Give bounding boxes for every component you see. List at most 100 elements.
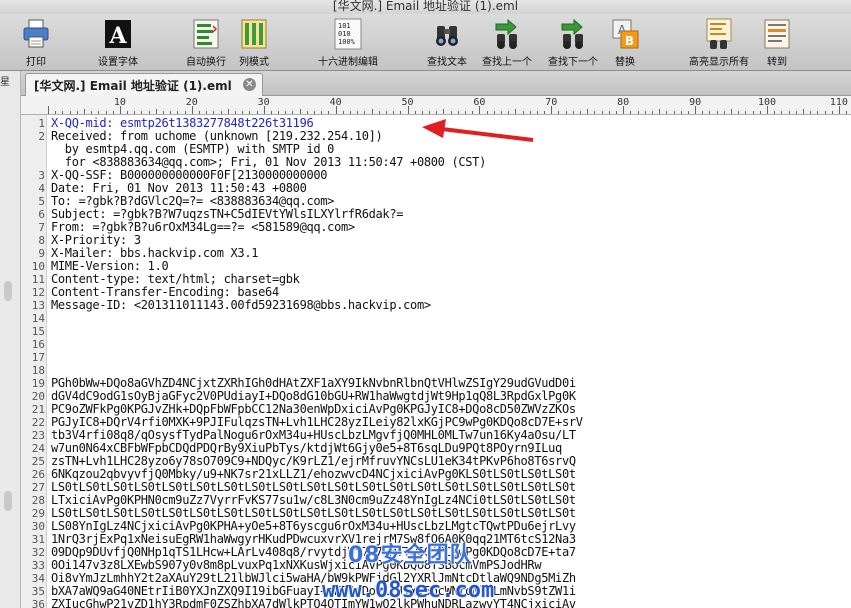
ruler-tick — [738, 111, 740, 114]
line-number: 29 — [31, 507, 45, 520]
ruler-tick — [83, 109, 85, 114]
ruler-tick — [709, 111, 711, 114]
ruler-tick — [616, 111, 617, 114]
line-number: 23 — [31, 429, 45, 442]
ruler-tick — [270, 111, 272, 114]
ruler-tick — [465, 111, 467, 114]
find-button[interactable]: 查找文本 — [427, 16, 467, 68]
editor-line[interactable]: 7 From: =?gbk?B?u6rOxM34Lg==?= <581589@qq… — [21, 221, 851, 235]
hex-edit-icon: 101 010 100% — [334, 18, 362, 50]
line-number: 20 — [31, 390, 45, 403]
ruler-label: 10 — [113, 97, 126, 108]
columns-label: 列模式 — [239, 57, 269, 68]
ruler-tick — [745, 111, 747, 114]
line-number: 35 — [31, 585, 45, 598]
line-number: 30 — [31, 520, 45, 533]
text-editor[interactable]: 1 X-QQ-mid: esmtp26t1383277848t226t31196 2… — [21, 115, 851, 608]
replace-label: 替换 — [615, 57, 635, 68]
ruler-tick — [759, 111, 761, 114]
ruler-tick — [148, 111, 150, 114]
ruler-tick — [163, 111, 165, 114]
ruler-tick — [810, 111, 812, 114]
line-number: 8 — [38, 234, 45, 247]
line-number: 6 — [38, 208, 45, 221]
ruler-tick — [486, 111, 488, 114]
ruler-tick — [587, 109, 589, 114]
ruler-tick — [357, 111, 359, 114]
ruler-tick — [342, 111, 344, 114]
left-panel-strip: 星 — [0, 71, 21, 608]
annotation-arrow — [422, 119, 534, 142]
ruler-tick — [594, 111, 596, 114]
ruler-tick — [198, 111, 200, 114]
ruler-tick — [788, 111, 790, 114]
font-button[interactable]: A 设置字体 — [98, 16, 138, 68]
line-number: 34 — [31, 572, 45, 585]
highlight-all-button[interactable]: 高亮显示所有 — [689, 16, 749, 68]
find-next-button[interactable]: 查找下一个 — [548, 16, 598, 68]
ruler-tick — [155, 109, 157, 114]
editor-line[interactable]: 13 Message-ID: <201311011143.00fd59231698… — [21, 298, 851, 313]
find-prev-button[interactable]: 查找上一个 — [482, 16, 532, 68]
editor-line[interactable]: 16 — [21, 338, 851, 351]
ruler-tick — [637, 111, 639, 114]
goto-button[interactable]: 转到 — [760, 16, 794, 68]
ruler-tick — [206, 111, 208, 114]
ruler-label: 30 — [257, 97, 270, 108]
print-button[interactable]: 打印 — [18, 16, 54, 68]
tab-label: [华文网.] Email 地址验证 (1).eml — [34, 79, 232, 93]
left-strip-handle[interactable] — [4, 281, 12, 301]
editor-line[interactable]: 14 — [21, 312, 851, 325]
ruler-tick — [731, 109, 733, 114]
editor-line[interactable]: 15 — [21, 325, 851, 338]
highlight-icon — [706, 18, 732, 49]
ruler-tick — [500, 111, 502, 114]
svg-text:B: B — [625, 34, 634, 48]
ruler-tick — [421, 111, 423, 114]
ruler-tick — [824, 111, 826, 114]
ruler-tick — [227, 109, 229, 114]
ruler-tick — [134, 111, 136, 114]
columns-button[interactable]: 列模式 — [236, 16, 272, 68]
line-text: Message-ID: <201311011143.00fd59231698@b… — [51, 298, 431, 312]
hex-edit-button[interactable]: 101 010 100% 十六进制编辑 — [318, 16, 378, 68]
ruler-tick — [565, 111, 567, 114]
ruler-tick — [314, 111, 316, 114]
tab-email-file[interactable]: [华文网.] Email 地址验证 (1).eml ✕ — [25, 73, 263, 96]
line-number: 19 — [31, 377, 45, 390]
ruler-label: 90 — [689, 97, 702, 108]
line-number: 15 — [31, 325, 45, 338]
svg-text:A: A — [108, 23, 127, 49]
watermark-team: 08安全团队 — [348, 543, 473, 568]
ruler-tick — [91, 111, 93, 114]
word-wrap-icon — [193, 19, 219, 49]
goto-label: 转到 — [767, 57, 787, 68]
line-number: 13 — [31, 299, 45, 312]
ruler-tick — [651, 111, 653, 114]
tab-bar: [华文网.] Email 地址验证 (1).eml ✕ — [21, 71, 851, 96]
ruler-tick — [774, 111, 776, 114]
ruler-tick — [680, 111, 682, 114]
line-number: 9 — [38, 247, 45, 260]
line-number: 4 — [38, 182, 45, 195]
editor-line[interactable]: 17 — [21, 351, 851, 364]
svg-text:101: 101 — [338, 22, 351, 30]
ruler-tick — [55, 111, 57, 114]
line-number: 18 — [31, 364, 45, 377]
binoculars-icon — [436, 26, 458, 46]
replace-button[interactable]: A B 替换 — [608, 16, 642, 68]
line-number: 33 — [31, 559, 45, 572]
left-strip-handle-lower[interactable] — [4, 491, 12, 511]
replace-icon: A B — [612, 19, 639, 49]
close-tab-icon[interactable]: ✕ — [243, 78, 256, 91]
line-number: 27 — [31, 481, 45, 494]
font-label: 设置字体 — [98, 57, 138, 68]
left-strip-label: 星 — [0, 77, 10, 88]
ruler-tick — [292, 111, 294, 114]
ruler-tick — [177, 111, 179, 114]
ruler-tick — [76, 111, 78, 114]
ruler-tick — [702, 111, 704, 114]
line-number: 10 — [31, 260, 45, 273]
ruler-tick — [723, 111, 725, 114]
ruler-tick — [393, 111, 395, 114]
